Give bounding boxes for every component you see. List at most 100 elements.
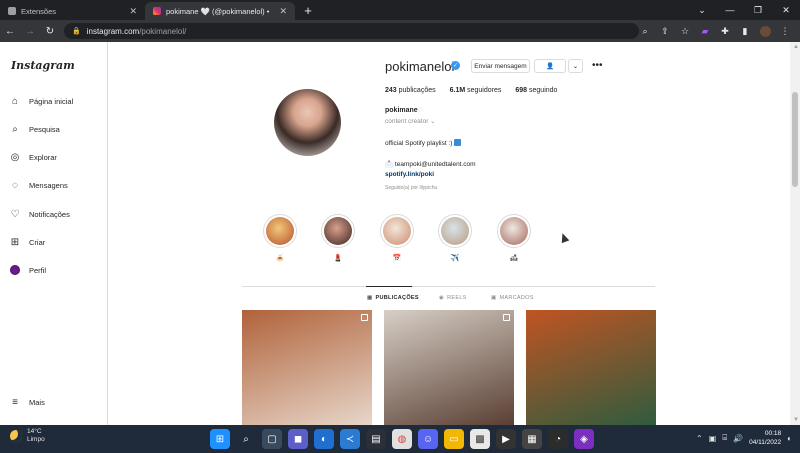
reload-button[interactable]: ↻ [40,20,60,42]
highlight-2[interactable] [321,214,355,248]
followers-count[interactable]: 6.1M seguidores [450,87,502,94]
obs-icon[interactable]: ◔ [548,429,568,449]
task-view-icon[interactable]: ▢ [262,429,282,449]
tab-search-icon[interactable]: ⌄ [688,0,716,20]
extensions-puzzle-icon[interactable]: ✚ [716,22,734,40]
close-tab-icon[interactable]: ✕ [129,6,137,17]
post-thumbnail[interactable] [526,310,656,425]
sidebar-item-create[interactable]: ⊞ Criar [9,236,45,248]
posts-count[interactable]: 243 publicações [385,87,436,94]
tab-extensions[interactable]: Extensões ✕ [0,2,145,20]
network-icon[interactable]: ⌸ [722,433,727,443]
sidebar-item-messages[interactable]: ◌ Mensagens [9,179,68,191]
share-icon[interactable]: ⇪ [656,22,674,40]
tab-tagged[interactable]: ▣ MARCADOS [491,295,534,301]
sidebar-item-home[interactable]: ⌂ Página inicial [9,95,73,107]
terminal-icon[interactable]: ▤ [366,429,386,449]
store-icon[interactable]: ▦ [522,429,542,449]
sidebar-item-label: Mais [29,397,45,407]
chevron-up-icon[interactable]: ⌃ [696,434,703,443]
address-bar[interactable]: 🔒 instagram.com/pokimanelol/ [64,23,639,39]
maximize-button[interactable]: ❐ [744,0,772,20]
minimize-button[interactable]: — [716,0,744,20]
search-icon[interactable]: ⌕ [236,429,256,449]
profile-avatar-icon[interactable] [756,22,774,40]
following-count[interactable]: 698 seguindo [515,87,557,94]
sidebar-item-more[interactable]: ≡ Mais [9,396,45,408]
envelope-icon: 📩 [385,161,394,168]
menu-kebab-icon[interactable]: ⋮ [776,22,794,40]
sidebar-item-label: Notificações [29,209,70,219]
bio-link[interactable]: spotify.link/poki [385,171,434,178]
post-thumbnail[interactable] [242,310,372,425]
tab-posts[interactable]: ▦ PUBLICAÇÕES [367,295,419,301]
new-tab-button[interactable]: + [299,2,317,20]
dropdown-button[interactable]: ⌄ [568,59,583,73]
home-icon: ⌂ [11,95,19,107]
more-options-icon[interactable]: ••• [592,60,603,71]
highlight-label: 💄 [333,255,343,262]
follow-suggest-button[interactable]: 👤 [534,59,566,73]
volume-icon[interactable]: 🔊 [733,434,743,443]
highlight-label: 📅 [392,255,402,262]
sidebar-item-notifications[interactable]: ♡ Notificações [9,208,70,220]
scroll-up-icon[interactable]: ▲ [793,44,799,50]
tagged-icon: ▣ [491,295,497,301]
search-icon[interactable]: ⌕ [636,22,654,40]
vscode-icon[interactable]: ≺ [340,429,360,449]
photos-icon[interactable]: ▩ [470,429,490,449]
scroll-down-icon[interactable]: ▼ [793,417,799,423]
close-window-button[interactable]: ✕ [772,0,800,20]
system-tray: ⌃ ▣ ⌸ 🔊 00:18 04/11/2022 ◐ [696,429,792,447]
sidepanel-icon[interactable]: ▮ [736,22,754,40]
highlight-1[interactable] [263,214,297,248]
notification-icon[interactable]: ◐ [787,434,792,443]
browser-toolbar: ← → ↻ 🔒 instagram.com/pokimanelol/ ⌕ ⇪ ☆… [0,20,800,42]
send-message-button[interactable]: Enviar mensagem [471,59,530,73]
hamburger-menu-icon: ≡ [12,396,18,408]
clock[interactable]: 00:18 04/11/2022 [749,429,781,447]
sidebar-item-label: Mensagens [29,180,68,190]
sidebar-item-search[interactable]: ⌕ Pesquisa [9,123,60,135]
media-player-icon[interactable]: ▶ [496,429,516,449]
url-path: /pokimanelol/ [139,26,187,36]
highlight-3[interactable] [380,214,414,248]
tab-reels[interactable]: ◉ REELS [439,295,467,301]
profile-picture[interactable] [274,89,341,156]
search-icon: ⌕ [12,123,18,135]
back-button[interactable]: ← [0,20,20,42]
weather-widget[interactable]: 14°C Limpo [10,428,45,444]
url-host: instagram.com [86,26,140,36]
followed-by[interactable]: Seguido(a) por lilypichu [385,185,437,191]
white-heart-icon: ♡ [418,108,424,114]
discord-icon[interactable]: ☺ [418,429,438,449]
bookmark-star-icon[interactable]: ☆ [676,22,694,40]
sidebar-item-profile[interactable]: Perfil [9,264,46,276]
tab-title: Extensões [21,6,57,16]
bio-line: official Spotify playlist :) [385,139,462,147]
instagram-logo[interactable]: Instagram [11,59,75,72]
browser-icon[interactable]: ◐ [314,429,334,449]
extension-icon[interactable]: ▰ [696,22,714,40]
close-tab-icon[interactable]: ✕ [279,6,287,17]
weather-condition: Limpo [27,436,45,443]
twitch-icon[interactable]: ◈ [574,429,594,449]
file-explorer-icon[interactable]: ▭ [444,429,464,449]
grid-icon: ▦ [367,295,373,301]
sidebar-item-explore[interactable]: ◎ Explorar [9,151,57,163]
page-scrollbar[interactable]: ▲ ▼ [790,42,800,425]
post-thumbnail[interactable] [384,310,514,425]
highlight-5[interactable] [497,214,531,248]
highlight-4[interactable] [438,214,472,248]
highlight-label: 🍝 [275,255,285,262]
scroll-thumb[interactable] [792,92,798,187]
chrome-icon[interactable]: ◍ [392,429,412,449]
spotify-emoji-icon [454,139,462,146]
tab-instagram-profile[interactable]: pokimane 🤍 (@pokimanelol) • ✕ [145,2,295,20]
instagram-icon [153,7,161,15]
display-icon[interactable]: ▣ [709,434,717,443]
forward-button[interactable]: → [20,20,40,42]
teams-chat-icon[interactable]: ◼ [288,429,308,449]
profile-full-name: pokimane [385,107,418,114]
windows-start-icon[interactable]: ⊞ [210,429,230,449]
